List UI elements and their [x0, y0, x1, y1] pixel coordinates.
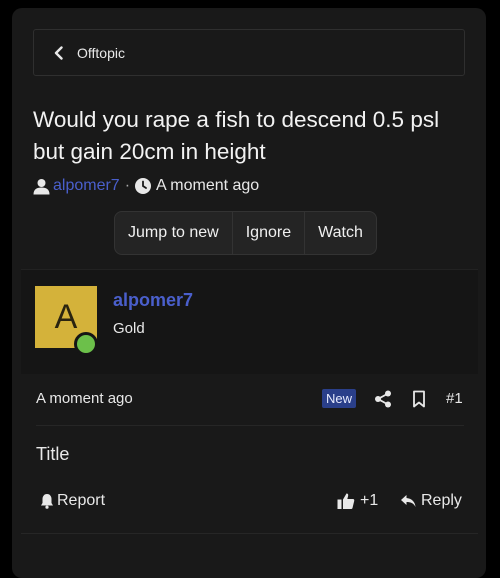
post-number-link[interactable]: #1: [446, 390, 463, 407]
breadcrumb[interactable]: Offtopic: [33, 29, 465, 76]
divider: [21, 533, 478, 534]
thread-time[interactable]: A moment ago: [156, 177, 259, 195]
user-rank: Gold: [113, 320, 145, 337]
post-header: A alpomer7 Gold: [21, 269, 478, 374]
clock-icon: [135, 178, 152, 194]
reply-icon: [400, 494, 416, 508]
ignore-button[interactable]: Ignore: [231, 212, 304, 254]
divider: [36, 425, 464, 426]
post-time[interactable]: A moment ago: [36, 390, 133, 407]
thumbs-up-icon: [337, 492, 355, 510]
report-button[interactable]: Report: [40, 490, 105, 512]
thread-actions: Jump to new Ignore Watch: [114, 211, 377, 255]
bookmark-icon[interactable]: [411, 390, 427, 408]
jump-to-new-button[interactable]: Jump to new: [115, 212, 232, 254]
like-button[interactable]: +1: [337, 490, 378, 512]
likes-count: +1: [360, 492, 379, 509]
thread-title: Would you rape a fish to descend 0.5 psl…: [33, 107, 440, 164]
thread-meta: alpomer7 · A moment ago: [33, 175, 259, 197]
report-label: Report: [57, 492, 106, 509]
user-icon: [33, 178, 50, 195]
breadcrumb-label: Offtopic: [77, 44, 125, 61]
share-icon[interactable]: [374, 390, 392, 408]
reply-button[interactable]: Reply: [400, 490, 462, 512]
meta-separator: ·: [124, 177, 131, 194]
reply-label: Reply: [421, 492, 462, 509]
bell-icon: [40, 493, 54, 509]
chevron-left-icon: [54, 45, 66, 60]
new-badge: New: [322, 389, 357, 408]
thread-author-link[interactable]: alpomer7: [53, 177, 120, 195]
online-status-indicator: [74, 332, 98, 356]
post-content: Title: [36, 444, 70, 464]
post-username[interactable]: alpomer7: [113, 290, 193, 311]
watch-button[interactable]: Watch: [304, 212, 376, 254]
